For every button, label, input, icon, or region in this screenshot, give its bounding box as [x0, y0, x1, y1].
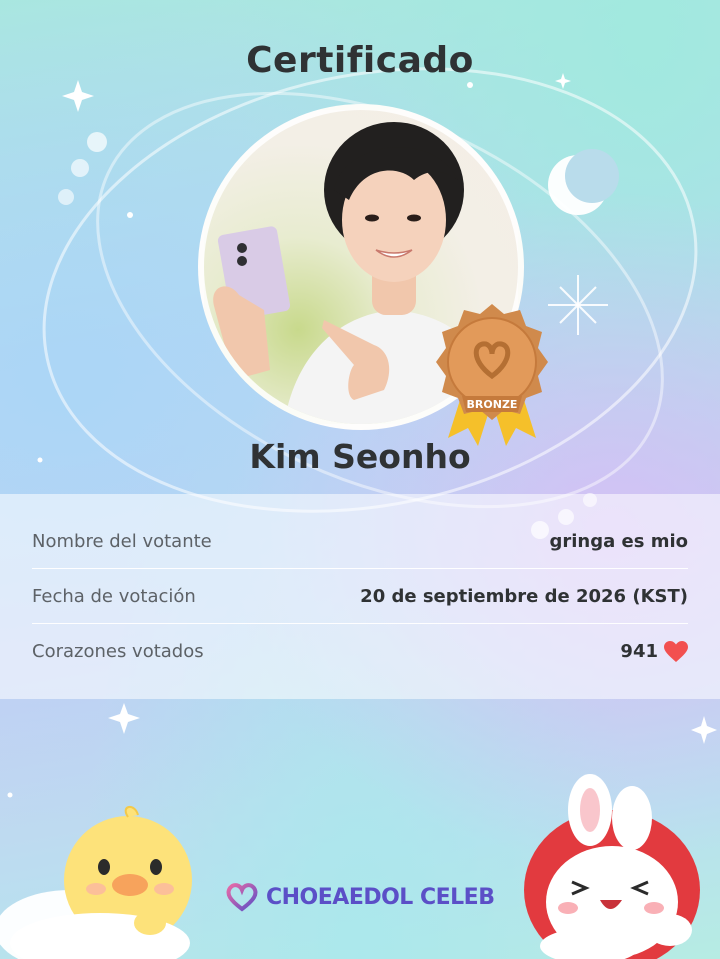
certificate-card: Certificado BRONZE Kim Seonho Nombre del… — [0, 0, 720, 959]
sparkle-line-icon — [548, 275, 608, 335]
bunny-character-icon — [524, 774, 700, 959]
brand-name: CHOEAEDOL CELEB — [266, 884, 495, 910]
voter-name-row: Nombre del votante gringa es mio — [32, 514, 688, 569]
vote-date-row: Fecha de votación 20 de septiembre de 20… — [32, 569, 688, 624]
chick-character-icon — [0, 806, 192, 959]
vote-date-value: 20 de septiembre de 2026 (KST) — [360, 585, 688, 607]
badge-label: BRONZE — [467, 398, 518, 411]
vote-date-label: Fecha de votación — [32, 585, 196, 607]
vote-details-panel: Nombre del votante gringa es mio Fecha d… — [0, 494, 720, 699]
voter-name-label: Nombre del votante — [32, 530, 212, 552]
celeb-name: Kim Seonho — [249, 437, 471, 476]
hearts-voted-value: 941 — [620, 641, 658, 662]
voter-name-value: gringa es mio — [549, 530, 688, 552]
hearts-voted-label: Corazones votados — [32, 641, 204, 662]
brand-logo: CHOEAEDOL CELEB — [224, 882, 495, 912]
certificate-title: Certificado — [246, 40, 474, 81]
hearts-voted-row: Corazones votados 941 — [32, 624, 688, 679]
heart-icon — [664, 640, 688, 662]
bronze-medal-icon: BRONZE — [436, 304, 548, 446]
moon-icon — [548, 149, 619, 215]
hearts-voted-value-wrap: 941 — [620, 640, 688, 663]
choeaedol-logo-icon — [226, 883, 258, 912]
